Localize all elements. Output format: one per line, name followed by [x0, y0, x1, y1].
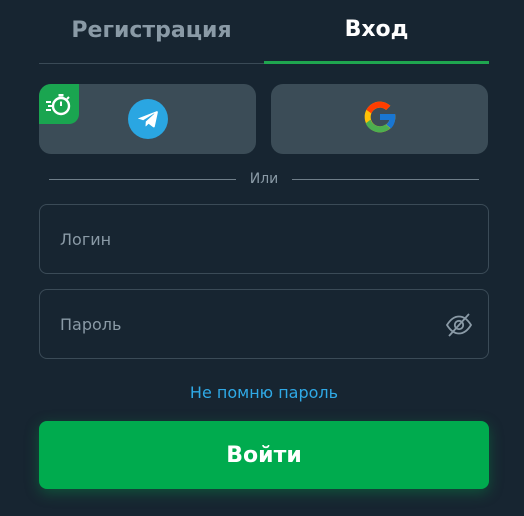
tab-register[interactable]: Регистрация — [39, 0, 264, 64]
divider-line-left — [49, 178, 236, 180]
login-input[interactable] — [60, 205, 440, 273]
divider-label: Или — [249, 171, 279, 187]
auth-tabs: Регистрация Вход — [39, 0, 489, 64]
google-icon — [360, 97, 400, 141]
password-input[interactable] — [60, 290, 440, 358]
google-login-button[interactable] — [271, 84, 488, 154]
telegram-login-button[interactable] — [39, 84, 256, 154]
auth-panel: Регистрация Вход Или Логин Не помню паро… — [0, 0, 524, 516]
forgot-password-link[interactable]: Не помню пароль — [39, 383, 489, 402]
divider-line-right — [292, 178, 479, 180]
login-submit-button[interactable]: Войти — [39, 421, 489, 489]
tab-login[interactable]: Вход — [264, 0, 489, 64]
stopwatch-icon — [39, 84, 79, 124]
or-divider: Или — [49, 170, 479, 188]
eye-off-icon[interactable] — [444, 311, 474, 339]
telegram-icon — [127, 99, 168, 139]
login-field — [39, 204, 489, 274]
password-field — [39, 289, 489, 359]
